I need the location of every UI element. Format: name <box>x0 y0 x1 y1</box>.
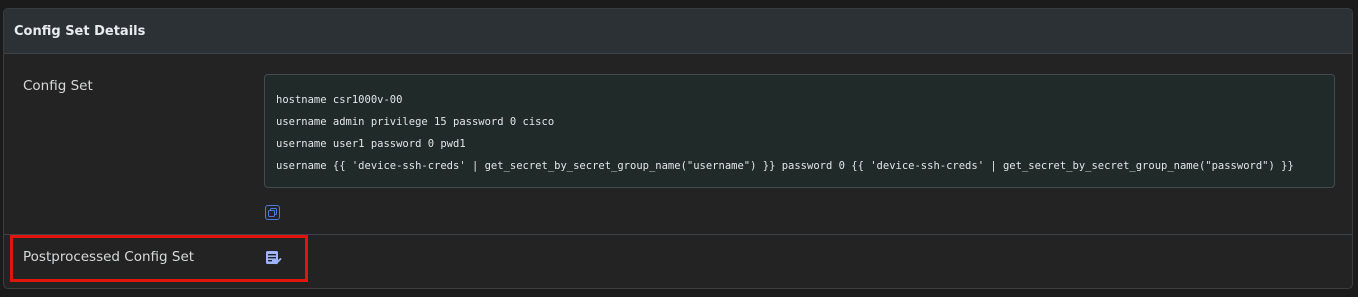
code-line: hostname csr1000v-00 <box>276 94 403 106</box>
config-set-label: Config Set <box>23 78 93 94</box>
config-set-details-panel: Config Set Details Config Set hostname c… <box>3 8 1353 289</box>
copy-icon <box>268 208 277 217</box>
config-set-code-block[interactable]: hostname csr1000v-00 username admin priv… <box>264 74 1335 188</box>
panel-header: Config Set Details <box>4 9 1352 54</box>
row-divider <box>4 234 1352 235</box>
code-line: username user1 password 0 pwd1 <box>276 138 466 150</box>
postprocessed-config-set-label: Postprocessed Config Set <box>23 249 195 265</box>
panel-title: Config Set Details <box>14 23 146 39</box>
copy-button[interactable] <box>265 205 280 220</box>
checklist-document-icon[interactable] <box>265 250 283 266</box>
code-line: username {{ 'device-ssh-creds' | get_sec… <box>276 160 1294 172</box>
code-line: username admin privilege 15 password 0 c… <box>276 116 555 128</box>
